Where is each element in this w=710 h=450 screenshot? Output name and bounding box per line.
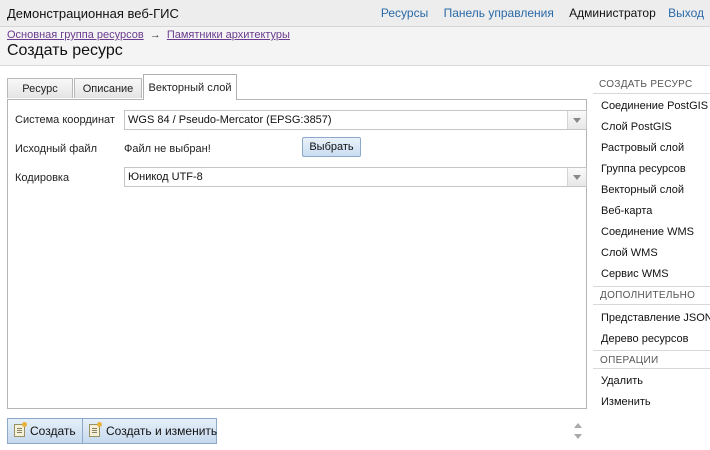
breadcrumb-link-root-group[interactable]: Основная группа ресурсов	[7, 29, 144, 41]
sidebar-item-raster-layer[interactable]: Растровый слой	[601, 142, 684, 154]
create-and-edit-button-label: Создать и изменить	[106, 424, 218, 438]
app-title: Демонстрационная веб-ГИС	[7, 6, 179, 21]
encoding-select-value: Юникод UTF-8	[128, 171, 203, 183]
sidebar-item-vector-layer[interactable]: Векторный слой	[601, 184, 684, 196]
sidebar-item-json-view[interactable]: Представление JSON	[601, 312, 710, 324]
choose-file-button[interactable]: Выбрать	[302, 137, 361, 157]
tab-resource[interactable]: Ресурс	[7, 78, 73, 98]
sidebar-heading-extra: ДОПОЛНИТЕЛЬНО	[600, 290, 696, 301]
sidebar-item-web-map[interactable]: Веб-карта	[601, 205, 652, 217]
new-document-icon	[14, 422, 27, 437]
sidebar-heading-create: СОЗДАТЬ РЕСУРС	[599, 79, 693, 90]
breadcrumb-link-architecture[interactable]: Памятники архитектуры	[167, 29, 290, 41]
sidebar-divider	[593, 286, 710, 287]
arrow-up-icon[interactable]	[574, 423, 582, 428]
sidebar-item-postgis-layer[interactable]: Слой PostGIS	[601, 121, 672, 133]
encoding-label: Кодировка	[15, 172, 70, 184]
top-nav: Ресурсы Панель управления Администратор …	[369, 6, 704, 20]
sidebar-divider	[593, 350, 710, 351]
nav-user-name: Администратор	[569, 6, 656, 20]
sidebar-item-delete[interactable]: Удалить	[601, 375, 643, 387]
chevron-down-icon[interactable]	[567, 168, 586, 186]
top-bar: Демонстрационная веб-ГИС Ресурсы Панель …	[0, 0, 710, 27]
tab-description[interactable]: Описание	[74, 78, 142, 98]
sidebar-item-edit[interactable]: Изменить	[601, 396, 651, 408]
nav-control-panel-link[interactable]: Панель управления	[444, 6, 554, 20]
create-button-label: Создать	[30, 424, 76, 438]
sidebar-item-wms-service[interactable]: Сервис WMS	[601, 268, 669, 280]
crs-label: Система координат	[15, 114, 115, 126]
sidebar-item-postgis-connection[interactable]: Соединение PostGIS	[601, 100, 708, 112]
arrow-down-icon[interactable]	[574, 434, 582, 439]
new-document-icon	[89, 422, 102, 437]
vector-layer-form: Система координат WGS 84 / Pseudo-Mercat…	[7, 99, 587, 409]
sidebar-item-wms-connection[interactable]: Соединение WMS	[601, 226, 694, 238]
sidebar-item-resource-tree[interactable]: Дерево ресурсов	[601, 333, 689, 345]
page-header: Основная группа ресурсов → Памятники арх…	[0, 27, 710, 66]
sidebar-item-resource-group[interactable]: Группа ресурсов	[601, 163, 686, 175]
create-and-edit-button[interactable]: Создать и изменить	[83, 419, 218, 443]
sidebar-divider	[593, 304, 710, 305]
encoding-select[interactable]: Юникод UTF-8	[124, 167, 587, 187]
crs-select-value: WGS 84 / Pseudo-Mercator (EPSG:3857)	[128, 114, 332, 126]
nav-resources-link[interactable]: Ресурсы	[381, 6, 428, 20]
crs-select[interactable]: WGS 84 / Pseudo-Mercator (EPSG:3857)	[124, 110, 587, 130]
chevron-down-icon[interactable]	[567, 111, 586, 129]
breadcrumb-separator: →	[149, 29, 161, 41]
page-title: Создать ресурс	[7, 42, 123, 59]
action-button-bar: Создать Создать и изменить	[7, 418, 217, 444]
scroll-spinner[interactable]	[571, 419, 585, 443]
sidebar-heading-operations: ОПЕРАЦИИ	[600, 355, 659, 366]
source-file-status: Файл не выбран!	[124, 143, 211, 155]
sidebar-divider	[593, 368, 710, 369]
create-button[interactable]: Создать	[8, 419, 82, 443]
sidebar-divider	[593, 93, 710, 94]
nav-logout-link[interactable]: Выход	[668, 6, 704, 20]
breadcrumb: Основная группа ресурсов → Памятники арх…	[7, 29, 290, 41]
tab-vector-layer[interactable]: Векторный слой	[143, 74, 237, 100]
sidebar-item-wms-layer[interactable]: Слой WMS	[601, 247, 658, 259]
source-file-label: Исходный файл	[15, 143, 97, 155]
